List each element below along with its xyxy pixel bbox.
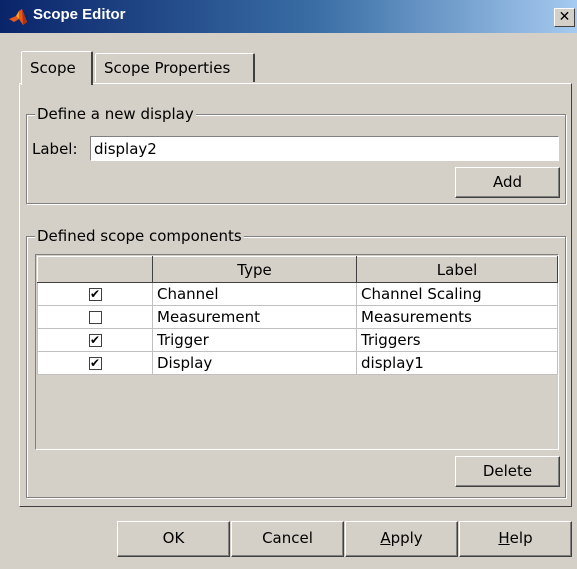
ok-button[interactable]: OK [117, 521, 230, 557]
group-title: Define a new display [35, 105, 196, 123]
matlab-logo-icon [9, 9, 27, 25]
title-bar[interactable]: Scope Editor ✕ [0, 0, 577, 33]
enabled-checkbox[interactable]: ✔ [88, 333, 102, 347]
type-cell[interactable]: Channel [152, 282, 357, 306]
tab-scope-properties[interactable]: Scope Properties [95, 53, 255, 82]
enabled-checkbox[interactable]: ✔ [88, 356, 102, 370]
column-header-enabled[interactable] [37, 256, 153, 283]
tab-scope[interactable]: Scope [21, 51, 93, 85]
table-row[interactable]: ✔ Trigger Triggers [37, 328, 558, 352]
table-row[interactable]: ✔ Display display1 [37, 351, 558, 375]
components-table[interactable]: Type Label ✔ Channel Channel Scaling Measur… [35, 254, 559, 450]
apply-label-rest: pply [390, 529, 423, 547]
display-label-input[interactable] [90, 136, 559, 161]
tab-scope-label: Scope [30, 59, 76, 77]
delete-button[interactable]: Delete [455, 456, 560, 487]
apply-mnemonic: A [380, 529, 391, 547]
help-button[interactable]: Help [459, 521, 572, 557]
table-row[interactable]: Measurement Measurements [37, 305, 558, 329]
column-header-type[interactable]: Type [152, 256, 357, 283]
apply-button[interactable]: Apply [345, 521, 458, 557]
table-header-row: Type Label [37, 256, 558, 283]
table-row[interactable]: ✔ Channel Channel Scaling [37, 282, 558, 306]
enabled-checkbox[interactable] [88, 311, 102, 324]
checkmark-icon: ✔ [89, 356, 101, 370]
label-cell[interactable]: Triggers [356, 328, 558, 352]
enabled-checkbox[interactable]: ✔ [88, 287, 102, 301]
close-icon: ✕ [558, 9, 571, 25]
group-title: Defined scope components [35, 227, 244, 245]
enabled-cell: ✔ [37, 282, 153, 306]
enabled-cell: ✔ [37, 328, 153, 352]
checkmark-icon: ✔ [89, 287, 101, 301]
cancel-button[interactable]: Cancel [231, 521, 344, 557]
help-mnemonic: H [498, 529, 510, 547]
close-button[interactable]: ✕ [554, 8, 575, 27]
enabled-cell [37, 305, 153, 329]
enabled-cell: ✔ [37, 351, 153, 375]
label-cell[interactable]: display1 [356, 351, 558, 375]
label-caption: Label: [32, 140, 78, 158]
window-title: Scope Editor [33, 6, 126, 23]
column-header-label[interactable]: Label [356, 256, 558, 283]
add-button[interactable]: Add [455, 167, 560, 198]
help-label-rest: elp [509, 529, 533, 547]
tab-scope-properties-label: Scope Properties [104, 59, 231, 77]
type-cell[interactable]: Display [152, 351, 357, 375]
label-cell[interactable]: Measurements [356, 305, 558, 329]
label-cell[interactable]: Channel Scaling [356, 282, 558, 306]
components-grid: Type Label ✔ Channel Channel Scaling Measur… [37, 256, 558, 375]
type-cell[interactable]: Measurement [152, 305, 357, 329]
checkmark-icon: ✔ [89, 333, 101, 347]
type-cell[interactable]: Trigger [152, 328, 357, 352]
